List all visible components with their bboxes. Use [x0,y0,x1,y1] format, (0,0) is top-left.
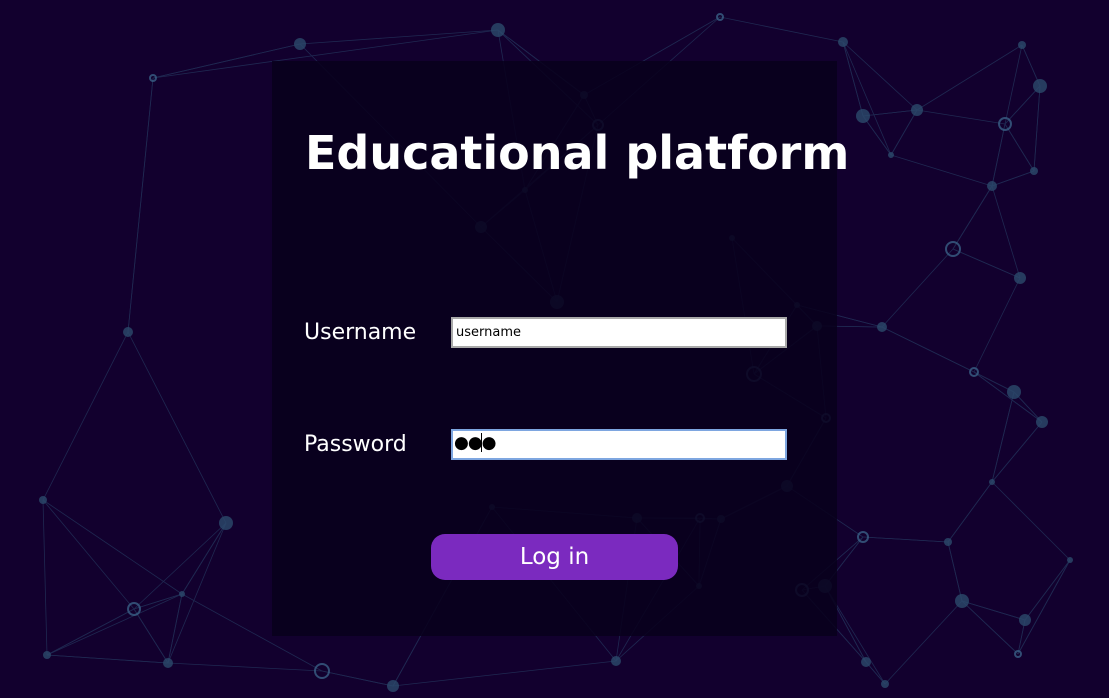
password-label: Password [304,432,407,457]
login-button[interactable]: Log in [431,534,678,580]
username-input[interactable] [451,317,787,348]
password-input[interactable] [451,429,787,460]
page-title: Educational platform [305,126,850,180]
username-label: Username [304,320,417,345]
password-masked-value: ●●● [454,433,497,453]
text-caret [481,433,482,452]
